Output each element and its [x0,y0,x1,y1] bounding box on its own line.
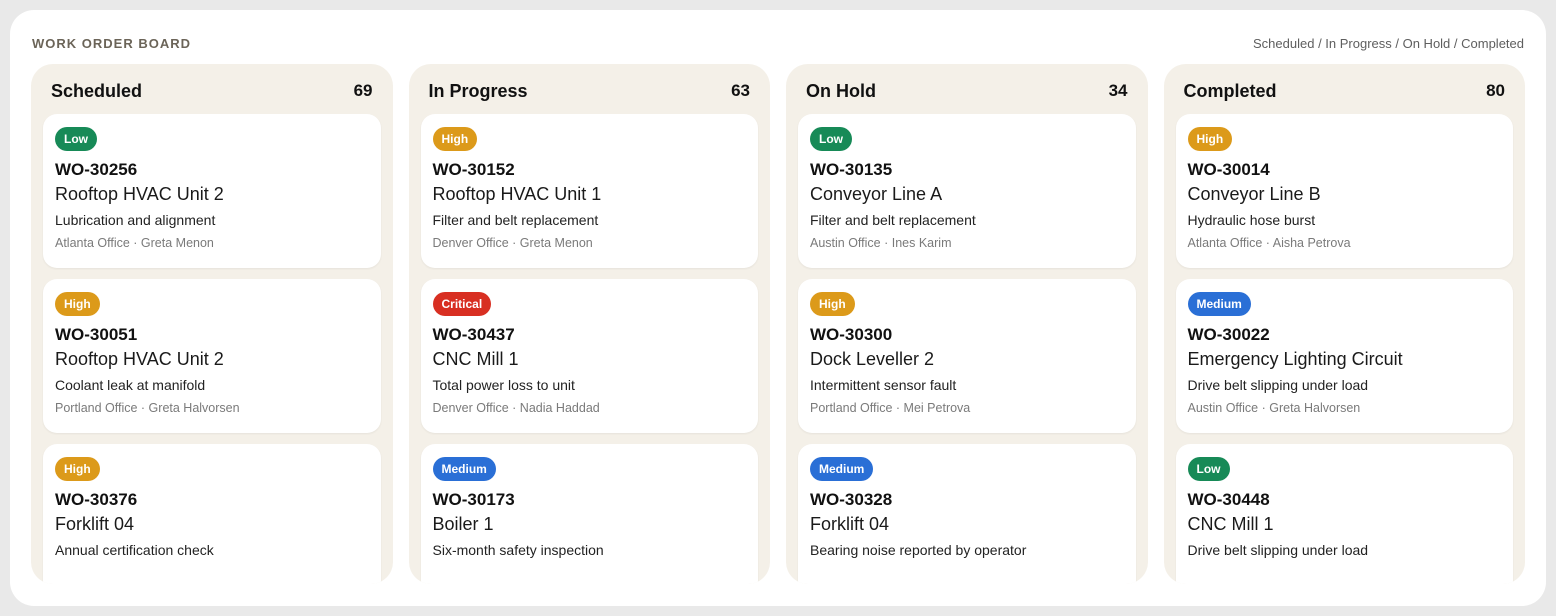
asset-name: Conveyor Line A [810,184,943,204]
priority-badge: Low [55,127,97,151]
location-assignee: Denver Office · Nadia Haddad [432,401,600,415]
work-order-description: Filter and belt replacement [432,212,599,228]
work-order-card[interactable]: Low WO-30135 Conveyor Line A Filter and … [798,114,1136,268]
asset-name: Rooftop HVAC Unit 2 [55,184,224,204]
work-order-card[interactable]: Low WO-30256 Rooftop HVAC Unit 2 Lubrica… [43,114,381,268]
board-columns: Scheduled 69 Low WO-30256 Rooftop HVAC U… [31,64,1525,584]
work-order-id: WO-30300 [810,325,893,344]
location-assignee: Portland Office · Greta Halvorsen [55,401,240,415]
status-legend: Scheduled / In Progress / On Hold / Comp… [1253,35,1524,51]
asset-name: CNC Mill 1 [1187,514,1274,534]
asset-name: Conveyor Line B [1187,184,1321,204]
location-assignee: Atlanta Office · Aisha Petrova [1187,236,1351,250]
work-order-id: WO-30022 [1187,325,1270,344]
work-order-card[interactable]: High WO-30300 Dock Leveller 2 Intermitte… [798,279,1136,433]
asset-name: Forklift 04 [55,514,135,534]
column-header: Scheduled 69 [43,64,381,114]
work-order-id: WO-30256 [55,160,138,179]
work-order-description: Filter and belt replacement [810,212,976,228]
column-title: Completed [1183,80,1277,101]
priority-badge: Medium [810,457,874,481]
location-assignee: Denver Office · Greta Menon [432,236,593,250]
work-order-id: WO-30135 [810,160,893,179]
column-in-progress: In Progress 63 High WO-30152 Rooftop HVA… [408,64,770,584]
column-title: In Progress [428,80,528,101]
work-order-id: WO-30173 [432,490,515,509]
work-order-description: Hydraulic hose burst [1187,212,1316,228]
work-order-id: WO-30328 [810,490,893,509]
work-order-description: Annual certification check [55,542,214,558]
column-on-hold: On Hold 34 Low WO-30135 Conveyor Line A … [786,64,1148,584]
priority-badge: High [1187,127,1233,151]
priority-badge: High [810,292,855,316]
column-scheduled: Scheduled 69 Low WO-30256 Rooftop HVAC U… [31,64,393,584]
board-header: WORK ORDER BOARD Scheduled / In Progress… [32,34,1524,52]
location-assignee: Atlanta Office · Greta Menon [55,236,214,250]
work-order-card[interactable]: High WO-30014 Conveyor Line B Hydraulic … [1175,114,1513,268]
work-order-description: Intermittent sensor fault [810,377,957,393]
work-order-description: Bearing noise reported by operator [810,542,1027,558]
column-header: On Hold 34 [798,64,1136,114]
priority-badge: Critical [432,292,492,316]
work-order-card[interactable]: Medium WO-30022 Emergency Lighting Circu… [1175,279,1513,433]
priority-badge: Low [810,127,852,151]
work-order-card[interactable]: Medium WO-30328 Forklift 04 Bearing nois… [798,444,1136,584]
priority-badge: High [432,127,478,151]
work-order-id: WO-30437 [432,325,515,344]
asset-name: Rooftop HVAC Unit 1 [432,184,602,204]
work-order-id: WO-30448 [1187,490,1270,509]
priority-badge: High [55,457,100,481]
asset-name: Emergency Lighting Circuit [1187,349,1403,369]
work-order-id: WO-30014 [1187,160,1270,179]
priority-badge: Medium [1187,292,1251,316]
board-title: WORK ORDER BOARD [32,35,191,51]
asset-name: CNC Mill 1 [432,349,519,369]
priority-badge: Medium [432,457,496,481]
column-count: 34 [1108,81,1128,100]
work-order-id: WO-30152 [432,160,515,179]
work-order-description: Lubrication and alignment [55,212,216,228]
work-order-id: WO-30376 [55,490,138,509]
work-order-card[interactable]: Critical WO-30437 CNC Mill 1 Total power… [420,279,758,433]
work-order-description: Six-month safety inspection [432,542,604,558]
work-order-card[interactable]: High WO-30152 Rooftop HVAC Unit 1 Filter… [420,114,758,268]
work-order-id: WO-30051 [55,325,138,344]
priority-badge: High [55,292,100,316]
work-order-description: Total power loss to unit [432,377,575,393]
column-completed: Completed 80 High WO-30014 Conveyor Line… [1163,64,1525,584]
work-order-card[interactable]: Medium WO-30173 Boiler 1 Six-month safet… [420,444,758,584]
column-count: 80 [1486,81,1505,100]
asset-name: Boiler 1 [432,514,494,534]
column-header: In Progress 63 [421,64,759,114]
column-title: On Hold [806,80,876,101]
work-order-description: Drive belt slipping under load [1187,542,1369,558]
work-order-description: Coolant leak at manifold [55,377,206,393]
work-order-description: Drive belt slipping under load [1187,377,1369,393]
column-header: Completed 80 [1176,64,1514,114]
column-count: 69 [353,81,373,100]
location-assignee: Portland Office · Mei Petrova [810,401,971,415]
work-order-board: WORK ORDER BOARD Scheduled / In Progress… [10,10,1546,606]
work-order-card[interactable]: Low WO-30448 CNC Mill 1 Drive belt slipp… [1175,444,1513,584]
asset-name: Rooftop HVAC Unit 2 [55,349,224,369]
work-order-card[interactable]: High WO-30051 Rooftop HVAC Unit 2 Coolan… [43,279,381,433]
priority-badge: Low [1187,457,1230,481]
asset-name: Forklift 04 [810,514,890,534]
work-order-card[interactable]: High WO-30376 Forklift 04 Annual certifi… [43,444,381,584]
location-assignee: Austin Office · Greta Halvorsen [1187,401,1361,415]
column-count: 63 [731,81,750,100]
column-title: Scheduled [51,80,143,101]
location-assignee: Austin Office · Ines Karim [810,236,952,250]
asset-name: Dock Leveller 2 [810,349,935,369]
